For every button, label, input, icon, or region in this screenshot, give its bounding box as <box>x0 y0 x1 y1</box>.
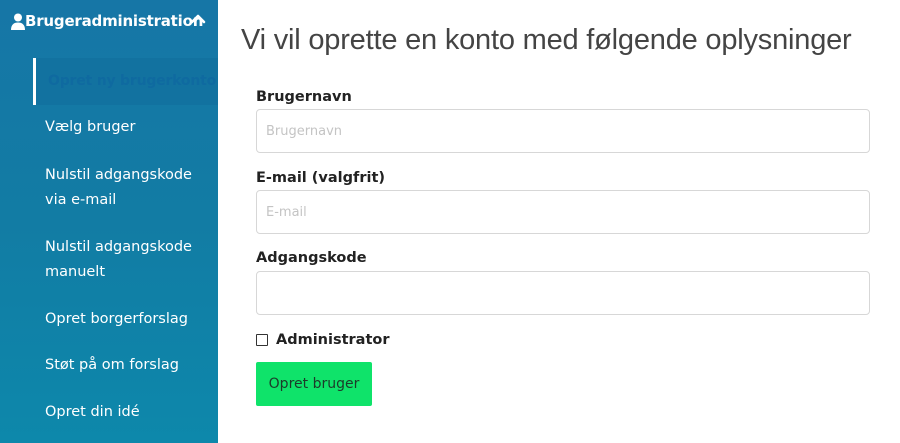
admin-checkbox-label: Administrator <box>276 332 390 348</box>
sidebar-item-reset-password-manual[interactable]: Nulstil adgangskode manuelt <box>45 235 215 285</box>
username-label: Brugernavn <box>256 89 352 105</box>
create-user-button[interactable]: Opret bruger <box>256 362 372 406</box>
sidebar: Brugeradministration Opret ny brugerkont… <box>0 0 218 443</box>
user-icon <box>11 13 25 30</box>
page-title: Vi vil oprette en konto med følgende opl… <box>241 24 852 56</box>
sidebar-title: Brugeradministration <box>25 12 204 30</box>
password-label: Adgangskode <box>256 250 367 266</box>
chevron-up-icon[interactable] <box>190 13 206 25</box>
sidebar-item-label: Opret ny brugerkonto <box>48 73 216 89</box>
email-input[interactable] <box>256 190 870 234</box>
sidebar-item-support-proposal[interactable]: Støt på om forslag <box>45 353 215 378</box>
sidebar-item-select-user[interactable]: Vælg bruger <box>45 115 215 140</box>
username-input[interactable] <box>256 109 870 153</box>
password-input[interactable] <box>256 271 870 315</box>
sidebar-item-create-citizen-proposal[interactable]: Opret borgerforslag <box>45 307 215 332</box>
admin-checkbox[interactable] <box>256 334 268 346</box>
sidebar-header[interactable]: Brugeradministration <box>0 0 218 44</box>
sidebar-item-create-account[interactable]: Opret ny brugerkonto <box>33 58 218 105</box>
admin-checkbox-row[interactable]: Administrator <box>256 332 390 348</box>
sidebar-item-reset-password-email[interactable]: Nulstil adgangskode via e-mail <box>45 163 215 213</box>
email-label: E-mail (valgfrit) <box>256 170 386 186</box>
sidebar-item-create-idea[interactable]: Opret din idé <box>45 400 215 425</box>
